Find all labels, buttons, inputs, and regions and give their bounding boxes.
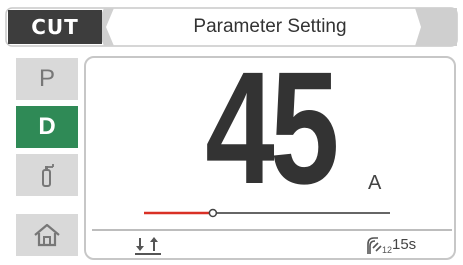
sidebar-item-label: D xyxy=(38,113,56,140)
parameter-slider[interactable] xyxy=(140,205,396,221)
mode-badge: CUT xyxy=(8,10,102,44)
home-icon xyxy=(32,222,62,248)
two-step-trigger-icon xyxy=(134,236,162,261)
bottom-divider xyxy=(92,229,452,231)
timer-value: 15s xyxy=(392,236,417,253)
sidebar-item-p[interactable]: P xyxy=(16,58,78,100)
sidebar-item-d[interactable]: D xyxy=(16,106,78,148)
sidebar-item-label: P xyxy=(38,65,55,92)
slider-knob[interactable] xyxy=(208,208,218,218)
svg-text:12: 12 xyxy=(382,245,392,255)
sidebar-item-home[interactable] xyxy=(16,214,78,256)
unit-label: A xyxy=(368,172,382,194)
sidebar-item-gas[interactable] xyxy=(16,154,78,196)
post-flow-gas-icon: 12 xyxy=(364,234,392,261)
gas-cylinder-icon xyxy=(38,162,56,188)
